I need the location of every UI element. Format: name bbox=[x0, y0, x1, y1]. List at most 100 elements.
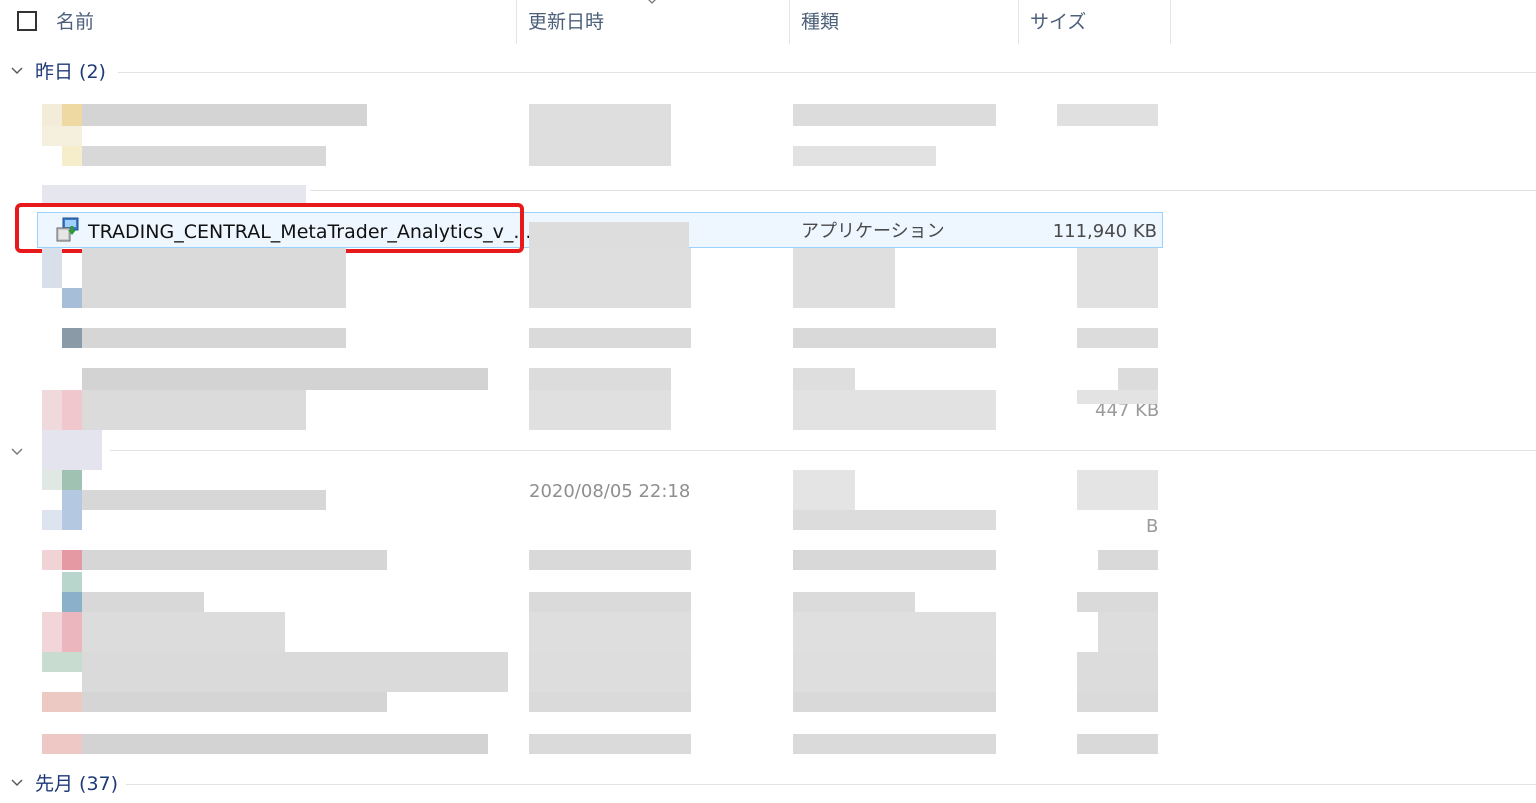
blurred-date bbox=[529, 692, 691, 712]
column-header-bar: 名前 更新日時 種類 サイズ bbox=[0, 0, 1536, 44]
blurred-size bbox=[1077, 470, 1158, 510]
blurred-icon bbox=[42, 692, 82, 712]
blurred-date bbox=[529, 368, 671, 390]
blurred-text bbox=[82, 652, 508, 692]
blurred-icon bbox=[42, 126, 82, 146]
blurred-icon bbox=[62, 592, 82, 612]
group-header-yesterday[interactable]: 昨日 (2) bbox=[0, 57, 1536, 87]
group-divider bbox=[118, 72, 1536, 73]
blurred-size bbox=[1077, 248, 1158, 308]
blurred-size bbox=[1077, 652, 1158, 692]
blurred-text bbox=[82, 550, 387, 570]
blurred-size bbox=[1118, 368, 1158, 390]
group-divider bbox=[126, 784, 1536, 785]
column-header-date[interactable]: 更新日時 bbox=[516, 0, 788, 44]
file-explorer-list: 名前 更新日時 種類 サイズ 昨日 (2) TRADING_CENTRAL_Me… bbox=[0, 0, 1536, 803]
blurred-icon bbox=[62, 288, 82, 308]
blurred-size bbox=[1077, 328, 1158, 348]
blurred-type bbox=[793, 550, 996, 570]
blurred-icon bbox=[62, 572, 82, 592]
blurred-icon bbox=[62, 146, 82, 166]
chevron-down-icon bbox=[11, 67, 23, 74]
blurred-type bbox=[793, 734, 996, 754]
blurred-size bbox=[1057, 104, 1158, 126]
blurred-icon bbox=[42, 652, 82, 672]
chevron-down-icon bbox=[11, 448, 23, 455]
file-size: 111,940 KB bbox=[1052, 221, 1157, 242]
blurred-type bbox=[793, 368, 855, 390]
blurred-type bbox=[793, 328, 996, 348]
blurred-text bbox=[82, 104, 367, 126]
blurred-icon bbox=[62, 390, 82, 430]
blurred-icon bbox=[62, 328, 82, 348]
group-divider bbox=[310, 190, 1536, 191]
blurred-date bbox=[529, 248, 691, 308]
blurred-icon bbox=[62, 104, 82, 126]
blurred-text bbox=[82, 692, 387, 712]
blurred-date bbox=[529, 390, 671, 430]
blurred-date bbox=[529, 734, 691, 754]
date-fragment: 2020/08/05 22:18 bbox=[529, 481, 691, 502]
blurred-type bbox=[793, 692, 996, 712]
select-all-checkbox[interactable] bbox=[17, 11, 37, 31]
group-header-last-month[interactable]: 先月 (37) bbox=[0, 769, 1536, 799]
blurred-icon bbox=[42, 248, 62, 288]
blurred-type bbox=[793, 652, 996, 692]
blurred-size bbox=[1077, 734, 1158, 754]
blurred-size bbox=[1077, 592, 1158, 612]
blurred-icon bbox=[42, 470, 62, 490]
annotation-highlight-box bbox=[15, 203, 524, 253]
file-type: アプリケーション bbox=[801, 221, 945, 242]
blurred-group-label bbox=[42, 430, 102, 470]
blurred-text bbox=[82, 390, 306, 430]
blurred-text bbox=[82, 328, 346, 348]
column-separator[interactable] bbox=[1170, 0, 1171, 44]
blurred-icon bbox=[42, 550, 62, 570]
size-fragment: 447 KB bbox=[1095, 400, 1160, 421]
blurred-icon bbox=[42, 612, 62, 652]
group-divider bbox=[110, 450, 1536, 451]
column-header-name[interactable]: 名前 bbox=[44, 0, 516, 44]
blurred-type bbox=[793, 612, 996, 652]
blurred-type bbox=[793, 470, 855, 510]
size-fragment: B bbox=[1146, 516, 1159, 537]
blurred-text bbox=[82, 490, 326, 510]
blurred-icon bbox=[62, 470, 82, 490]
chevron-down-icon bbox=[11, 779, 23, 786]
blurred-size bbox=[1077, 390, 1158, 404]
blurred-type bbox=[793, 146, 936, 166]
blurred-size bbox=[1077, 692, 1158, 712]
blurred-type bbox=[793, 104, 996, 126]
blurred-date bbox=[529, 222, 689, 248]
blurred-size bbox=[1098, 612, 1158, 652]
blurred-type bbox=[793, 390, 996, 430]
blurred-text bbox=[82, 734, 488, 754]
blurred-type bbox=[793, 510, 996, 530]
blurred-icon bbox=[62, 490, 82, 530]
blurred-icon bbox=[42, 104, 62, 126]
blurred-icon bbox=[62, 612, 82, 652]
blurred-date bbox=[529, 652, 691, 692]
blurred-text bbox=[82, 248, 346, 308]
blurred-date bbox=[529, 592, 691, 612]
blurred-text bbox=[82, 592, 204, 612]
blurred-date bbox=[529, 328, 691, 348]
blurred-icon bbox=[42, 390, 62, 430]
blurred-icon bbox=[62, 550, 82, 570]
blurred-type bbox=[793, 592, 915, 612]
blurred-icon bbox=[42, 510, 62, 530]
blurred-size bbox=[1098, 550, 1158, 570]
blurred-date bbox=[529, 612, 691, 652]
blurred-text bbox=[82, 368, 488, 390]
blurred-text bbox=[82, 146, 326, 166]
blurred-text bbox=[42, 185, 306, 203]
column-header-type[interactable]: 種類 bbox=[789, 0, 1017, 44]
blurred-icon bbox=[42, 734, 82, 754]
column-header-size[interactable]: サイズ bbox=[1018, 0, 1170, 44]
group-label: 昨日 (2) bbox=[35, 61, 106, 83]
blurred-type bbox=[793, 248, 895, 308]
group-label: 先月 (37) bbox=[35, 773, 119, 795]
blurred-date bbox=[529, 550, 691, 570]
blurred-text bbox=[82, 612, 285, 652]
blurred-date bbox=[529, 104, 671, 166]
